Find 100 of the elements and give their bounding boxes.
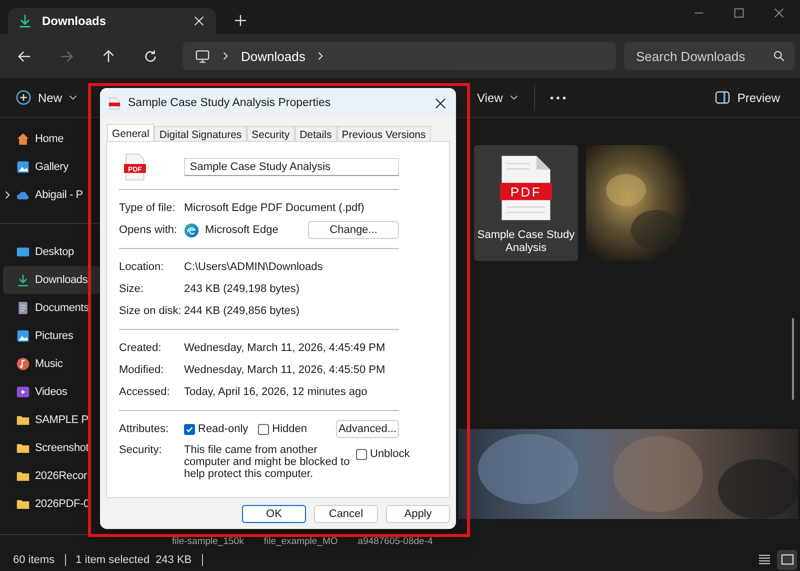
checkmark-icon [185,424,194,434]
chevron-icon [317,51,324,61]
tiles-view-button[interactable] [777,550,797,570]
field-value: Wednesday, March 11, 2026, 4:45:49 PM [184,342,386,354]
videos-icon [16,385,30,399]
dialog-tab[interactable]: Details [294,126,337,141]
folder-icon [16,497,30,511]
field-label: Location: [119,261,165,273]
dialog-button[interactable]: OK [242,505,306,523]
browser-tab[interactable]: Downloads [8,8,216,34]
close-icon[interactable] [774,8,784,18]
field-label: Size on disk: [119,305,182,317]
caret-icon [510,95,518,100]
advanced-button[interactable]: Advanced... [336,420,399,438]
desktop-icon [16,245,30,259]
attribute-checkbox[interactable]: Hidden [258,423,307,435]
field-label: Modified: [119,364,165,376]
field-label: Opens with: [119,224,178,236]
sidebar-item[interactable]: Desktop [3,238,100,266]
dialog-button[interactable]: Cancel [314,505,378,523]
forward-arrow-icon[interactable] [59,48,74,64]
preview-button[interactable]: Preview [709,86,786,108]
sidebar-item[interactable]: Downloads [3,266,100,294]
dialog-title: Sample Case Study Analysis Properties [128,97,332,109]
field-value: Microsoft Edge [205,224,278,236]
download-icon [18,14,32,28]
maximize-icon[interactable] [734,8,744,18]
dialog-tab[interactable]: Previous Versions [336,126,431,141]
download-icon [16,273,30,287]
file-name: file_example_MO [264,537,338,547]
scrollbar-thumb[interactable] [792,318,794,400]
unblock-checkbox[interactable]: Unblock [356,448,410,460]
file-tile[interactable]: PDF Sample Case Study Analysis [474,145,578,261]
sidebar-item[interactable]: Videos [3,378,100,406]
field-value: Wednesday, March 11, 2026, 4:45:50 PM [184,364,386,376]
gallery-icon [16,160,30,174]
selection-size: 243 KB [156,554,192,566]
file-name: a9487605-08de-4 [358,537,433,547]
address-field[interactable]: Downloads [183,42,616,70]
file-name: file-sample_150k [172,537,244,547]
field-label: Accessed: [119,386,171,398]
preview-pane-icon [715,91,730,104]
pictures-icon [16,329,30,343]
dialog-tab[interactable]: Security [246,126,295,141]
item-count: 60 items [13,554,55,566]
field-label: Attributes: [119,423,170,435]
view-button[interactable]: View [471,86,524,108]
sidebar-item[interactable]: Pictures [3,322,100,350]
attribute-checkbox[interactable]: Read-only [184,423,248,435]
field-value: Microsoft Edge PDF Document (.pdf) [184,202,364,214]
field-label: Created: [119,342,162,354]
field-value: Today, April 16, 2026, 12 minutes ago [184,386,368,398]
search-field[interactable]: Search Downloads [624,42,795,70]
caret-icon [69,95,78,100]
field-value: 244 KB (249,856 bytes) [184,305,300,317]
field-label: Security: [119,444,163,456]
file-name-field[interactable]: Sample Case Study Analysis [184,158,399,176]
sidebar-item[interactable]: Music [3,350,100,378]
home-icon [16,132,30,146]
chevron-icon [222,51,229,61]
sidebar-item[interactable]: Gallery [3,153,100,181]
more-icon[interactable] [550,96,566,100]
list-icon [758,554,770,565]
sidebar-item[interactable]: Home [3,125,100,153]
folder-icon [16,441,30,455]
dialog-tab[interactable]: General [107,124,154,141]
back-arrow-icon[interactable] [17,48,32,64]
field-label: Size: [119,283,144,295]
path-segment[interactable]: Downloads [241,48,306,64]
square-icon [780,554,794,565]
monitor-icon [195,48,210,64]
dialog-button[interactable]: Apply [386,505,450,523]
sidebar-item[interactable]: Screenshot [3,434,100,462]
sidebar-item[interactable]: Documents [3,294,100,322]
field-label: Type of file: [119,202,176,214]
sidebar-item[interactable]: Abigail - P [3,181,100,209]
field-value: 243 KB (249,198 bytes) [184,283,300,295]
selection-info: 1 item selected [76,554,150,566]
search-input[interactable]: Search Downloads [636,48,773,64]
close-icon[interactable] [435,98,446,108]
chevron-icon[interactable] [4,190,11,200]
new-button[interactable]: New [10,86,84,109]
change-button[interactable]: Change... [308,221,399,239]
document-icon [16,301,30,315]
up-arrow-icon[interactable] [101,48,116,64]
app-icon [184,222,199,238]
music-icon [16,357,30,371]
new-tab-icon[interactable] [235,15,246,26]
folder-icon [16,469,30,483]
security-warning: This file came from another computer and might be blocked to help protect this computer. [184,444,351,480]
sidebar-item[interactable]: 2026Recor [3,462,100,490]
refresh-icon[interactable] [143,48,158,64]
dialog-tab[interactable]: Digital Signatures [154,126,247,141]
sidebar-item[interactable]: SAMPLE P [3,406,100,434]
pdf-file-icon [108,96,121,110]
search-icon [773,50,785,62]
folder-icon [16,413,30,427]
sidebar-item[interactable]: 2026PDF-0 [3,490,100,518]
plus-circle-icon [16,90,31,105]
field-value: C:\Users\ADMIN\Downloads [184,261,323,273]
